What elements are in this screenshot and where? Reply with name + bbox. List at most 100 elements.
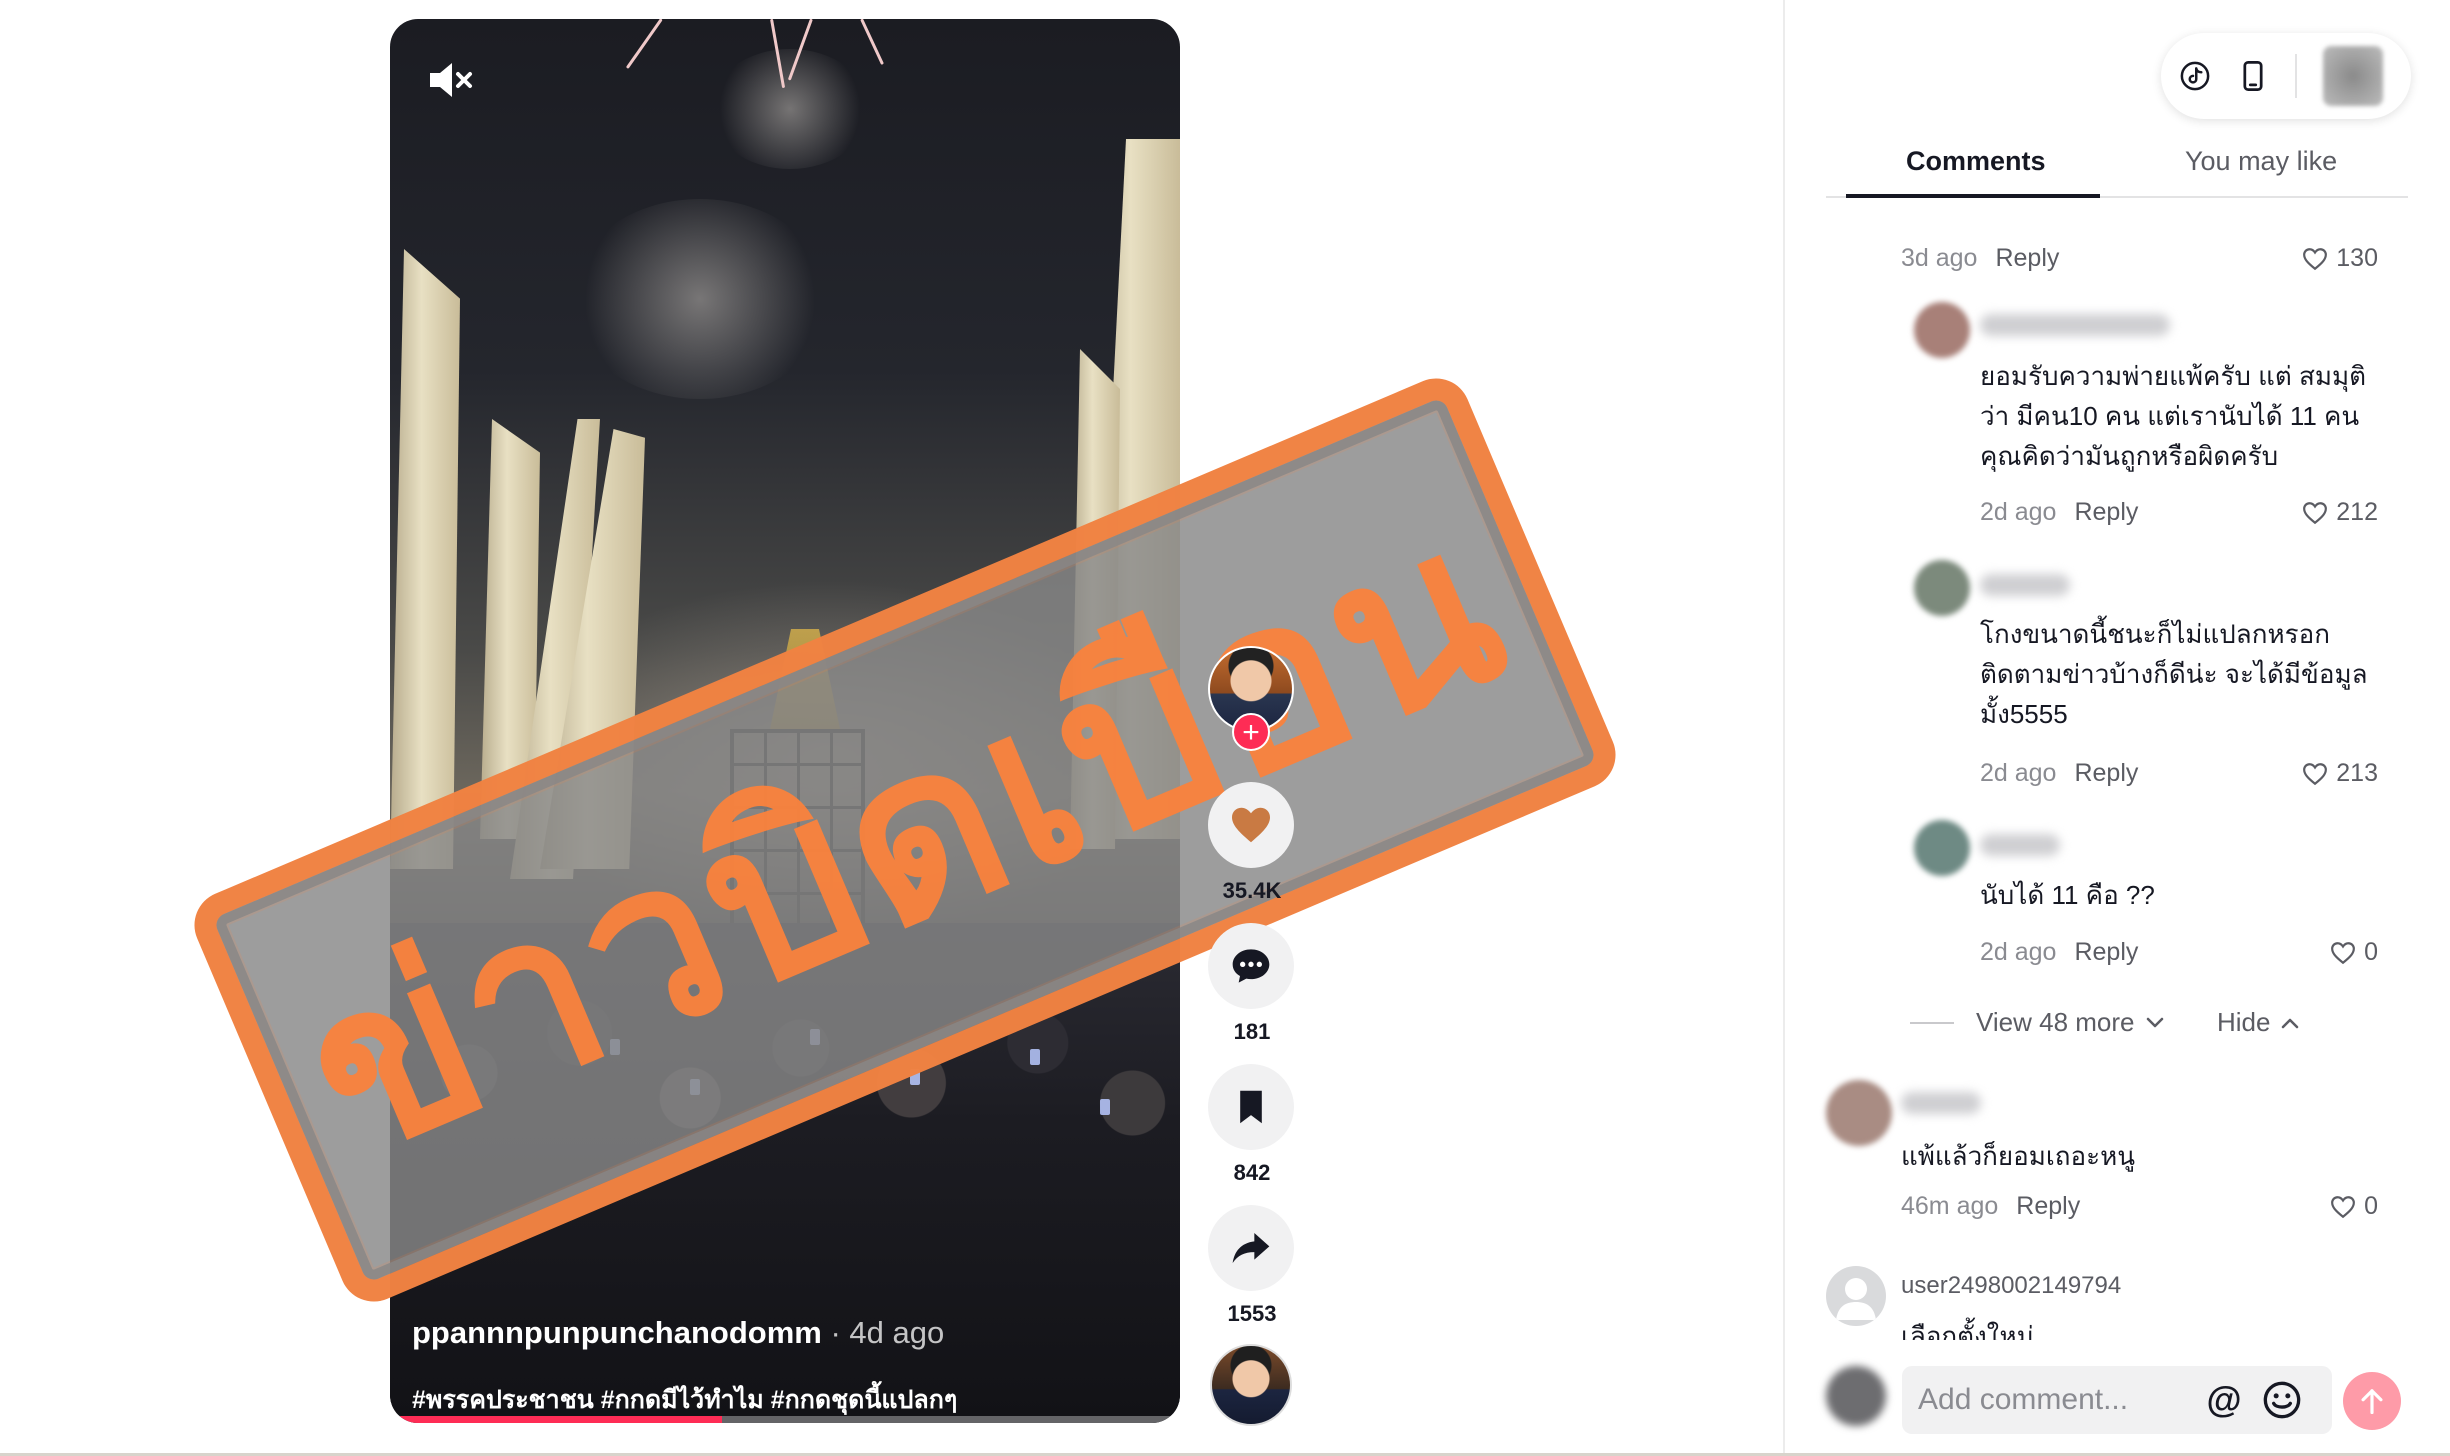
comment-like-button[interactable]: 0 xyxy=(2330,1192,2378,1221)
comment-like-button[interactable]: 213 xyxy=(2302,759,2378,788)
view-more-replies-button[interactable]: View 48 more xyxy=(1910,1007,2165,1038)
comment-line: ติดตามข่าวบ้างก็ดีน่ะ จะได้มีข้อมูล xyxy=(1980,659,2368,689)
phone-light xyxy=(1100,1099,1110,1115)
commenter-name-redacted[interactable] xyxy=(1980,574,2070,596)
comment-meta: 2d ago Reply xyxy=(1980,498,2138,527)
like-button[interactable] xyxy=(1208,782,1294,868)
comment-text: นับได้ 11 คือ ?? xyxy=(1980,875,2155,915)
heart-outline-icon xyxy=(2303,762,2328,785)
phone-light xyxy=(910,1069,920,1085)
comment-like-count: 213 xyxy=(2336,759,2378,787)
at-sign-icon[interactable]: @ xyxy=(2204,1380,2244,1420)
comment-button[interactable] xyxy=(1208,923,1294,1009)
view-more-label: View 48 more xyxy=(1976,1007,2135,1037)
top-toolbar xyxy=(2161,33,2411,119)
post-comment-button[interactable] xyxy=(2343,1372,2401,1430)
heart-icon xyxy=(1232,807,1270,843)
arrow-up-icon xyxy=(2361,1389,2383,1415)
thread-line xyxy=(1910,1021,1954,1024)
chevron-down-icon xyxy=(2146,1017,2163,1027)
save-action: 842 xyxy=(1208,1064,1296,1186)
phone-light xyxy=(1030,1049,1040,1065)
active-tab-indicator xyxy=(1846,194,2100,198)
bookmark-icon xyxy=(1240,1090,1262,1124)
music-disc-avatar[interactable] xyxy=(1210,1344,1292,1426)
commenter-name-redacted[interactable] xyxy=(1980,314,2170,336)
monument-wing-right xyxy=(1070,349,1120,849)
reply-button[interactable]: Reply xyxy=(2074,938,2138,966)
commenter-avatar[interactable] xyxy=(1914,302,1970,358)
comment-like-button[interactable]: 130 xyxy=(2302,244,2378,273)
tab-you-may-like[interactable]: You may like xyxy=(2185,146,2337,177)
commenter-avatar[interactable] xyxy=(1914,560,1970,616)
tiktok-logo-icon xyxy=(2180,61,2210,91)
comment-like-count: 212 xyxy=(2336,498,2378,526)
comment-line: โกงขนาดนี้ชนะก็ไม่แปลกหรอก xyxy=(1980,619,2330,649)
comment-like-count: 130 xyxy=(2336,244,2378,272)
commenter-name-redacted[interactable] xyxy=(1901,1092,1981,1114)
video-caption: #พรรคประชาชน #กกดมีไว้ทำไม #กกดชุดนี้แปล… xyxy=(412,1386,958,1414)
comment-line: นับได้ 11 คือ ?? xyxy=(1980,880,2155,910)
comment-text: แพ้แล้วก็ยอมเถอะหนู xyxy=(1901,1136,2135,1176)
follow-button[interactable]: + xyxy=(1232,713,1270,751)
toolbar-separator xyxy=(2295,54,2297,98)
video-progress-bar[interactable] xyxy=(390,1416,1180,1423)
stage-scaffold xyxy=(730,729,865,939)
comment-meta: 2d ago Reply xyxy=(1980,759,2138,788)
share-count: 1553 xyxy=(1227,1301,1277,1326)
firework-streak xyxy=(860,19,884,65)
comment-like-button[interactable]: 212 xyxy=(2302,498,2378,527)
comment-line: ว่า มีคน10 คน แต่เรานับได้ 11 คน xyxy=(1980,401,2360,431)
phone-icon xyxy=(2243,61,2263,91)
video-progress-fill xyxy=(390,1416,722,1423)
reply-button[interactable]: Reply xyxy=(2016,1192,2080,1220)
commenter-name-redacted[interactable] xyxy=(1980,834,2060,856)
comment-text: โกงขนาดนี้ชนะก็ไม่แปลกหรอก ติดตามข่าวบ้า… xyxy=(1980,614,2368,734)
emoji-icon[interactable] xyxy=(2262,1380,2302,1420)
tiktok-button[interactable] xyxy=(2179,60,2211,92)
share-action: 1553 xyxy=(1208,1205,1296,1327)
mute-button[interactable] xyxy=(424,55,478,105)
commenter-username[interactable]: user2498002149794 xyxy=(1901,1272,2121,1300)
chevron-up-icon xyxy=(2282,1018,2299,1028)
profile-avatar[interactable] xyxy=(2323,46,2383,106)
comment-line: คุณคิดว่ามันถูกหรือผิดครับ xyxy=(1980,441,2279,471)
user-silhouette-icon xyxy=(1836,1278,1876,1320)
like-count: 35.4K xyxy=(1222,878,1282,903)
mobile-app-button[interactable] xyxy=(2237,60,2269,92)
comment-like-button[interactable]: 0 xyxy=(2330,938,2378,967)
reply-button[interactable]: Reply xyxy=(1995,244,2059,272)
panel-divider xyxy=(1783,0,1785,1456)
comment-count: 181 xyxy=(1233,1019,1271,1044)
tab-comments[interactable]: Comments xyxy=(1906,146,2046,177)
video-author-name[interactable]: ppannnpunpunchanodomm xyxy=(412,1315,822,1350)
share-button[interactable] xyxy=(1208,1205,1294,1291)
comment-time: 2d ago xyxy=(1980,759,2057,787)
mute-icon xyxy=(430,63,472,97)
commenter-avatar[interactable] xyxy=(1914,820,1970,876)
like-action: 35.4K xyxy=(1208,782,1296,904)
comment-line: ยอมรับความพ่ายแพ้ครับ แต่ สมมุติ xyxy=(1980,361,2367,391)
comment-action: 181 xyxy=(1208,923,1296,1045)
reply-button[interactable]: Reply xyxy=(2074,498,2138,526)
current-user-avatar xyxy=(1826,1366,1886,1426)
hide-replies-button[interactable]: Hide xyxy=(2217,1007,2300,1038)
comment-time: 46m ago xyxy=(1901,1192,1999,1220)
reply-button[interactable]: Reply xyxy=(2074,759,2138,787)
heart-outline-icon xyxy=(2303,501,2328,524)
default-user-avatar[interactable] xyxy=(1826,1266,1886,1326)
save-count: 842 xyxy=(1233,1160,1271,1185)
save-button[interactable] xyxy=(1208,1064,1294,1150)
video-player[interactable]: ppannnpunpunchanodomm · 4d ago #พรรคประช… xyxy=(390,19,1180,1423)
comment-meta: 46m ago Reply xyxy=(1901,1192,2080,1221)
commenter-avatar[interactable] xyxy=(1826,1080,1892,1146)
firework-streak xyxy=(625,19,663,70)
video-author-line: ppannnpunpunchanodomm · 4d ago xyxy=(412,1315,944,1351)
comment-bubble-icon xyxy=(1232,949,1270,983)
smoke-cloud xyxy=(570,199,830,399)
phone-light xyxy=(810,1029,820,1045)
comment-time: 2d ago xyxy=(1980,938,2057,966)
comment-time: 3d ago xyxy=(1901,244,1978,272)
comment-meta: 2d ago Reply xyxy=(1980,938,2138,967)
comment-like-count: 0 xyxy=(2364,1192,2378,1220)
